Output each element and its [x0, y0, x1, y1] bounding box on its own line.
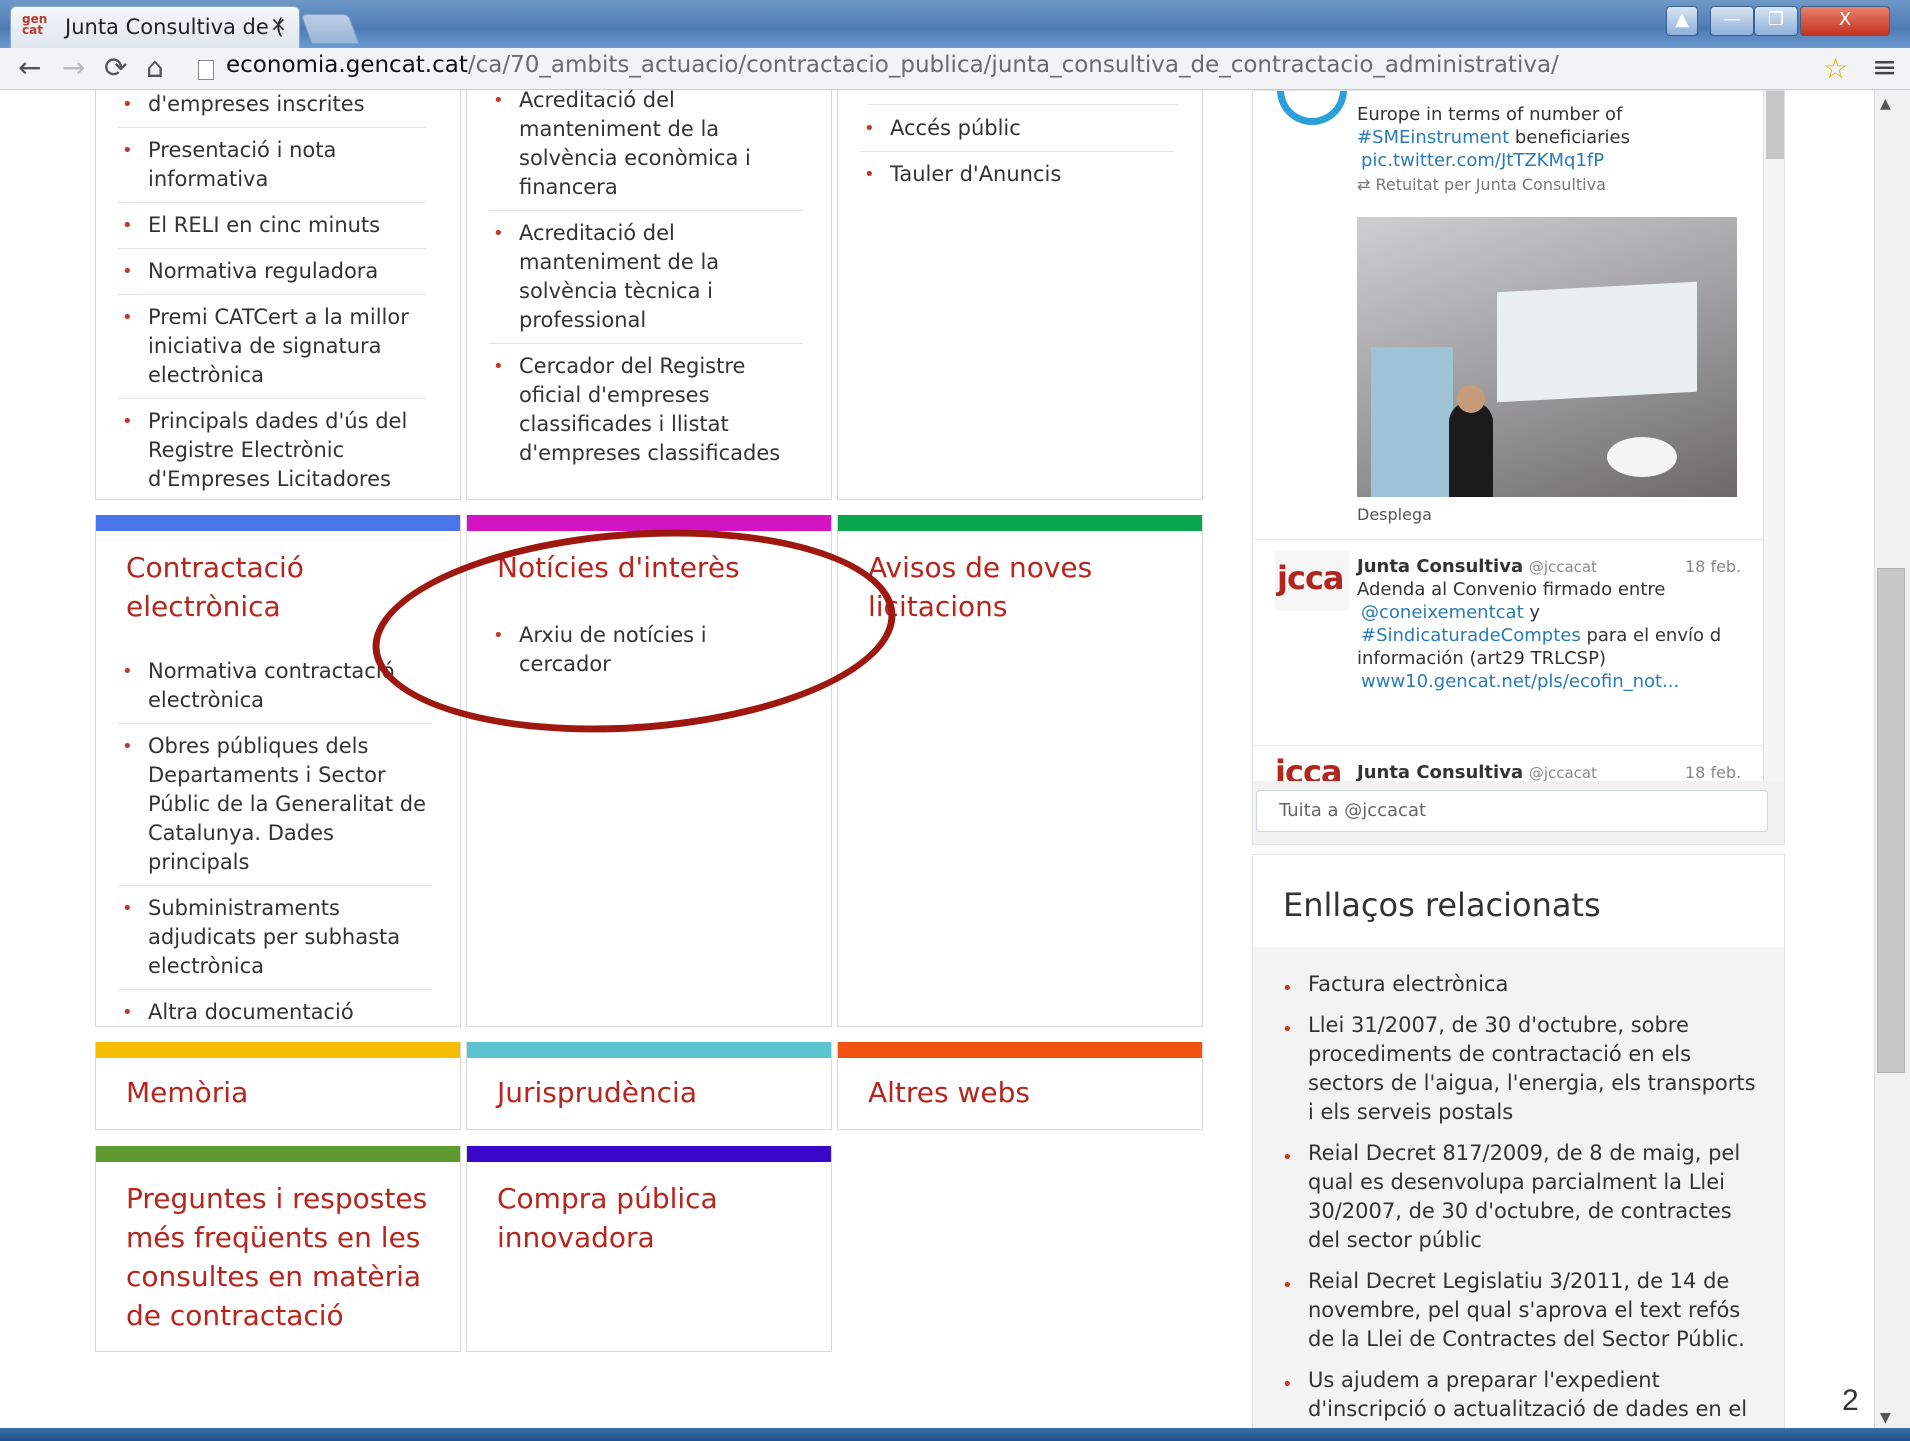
- list-item[interactable]: Altra documentació: [118, 990, 432, 1035]
- tweet-author[interactable]: Junta Consultiva: [1357, 556, 1523, 577]
- retweet-label: Retuitat per Junta Consultiva: [1375, 175, 1606, 194]
- window-close-button[interactable]: X: [1800, 6, 1890, 36]
- list-item[interactable]: Principals dades d'ús del Registre Elect…: [118, 399, 426, 502]
- twitter-timeline: Europe in terms of number of #SMEinstrum…: [1252, 90, 1785, 845]
- pic-link[interactable]: pic.twitter.com/JtTZKMq1fP: [1361, 149, 1604, 172]
- list-item[interactable]: Obres públiques dels Departaments i Sect…: [118, 724, 432, 886]
- section-title[interactable]: Compra pública innovadora: [497, 1179, 797, 1257]
- reload-icon[interactable]: ⟳: [104, 52, 127, 84]
- mention-link[interactable]: @coneixementcat: [1361, 602, 1524, 623]
- section-title[interactable]: Jurisprudència: [497, 1073, 697, 1112]
- section-title[interactable]: Memòria: [126, 1073, 248, 1112]
- tweet-handle[interactable]: @jccacat: [1529, 558, 1597, 576]
- scroll-down-icon[interactable]: ▼: [1880, 1410, 1891, 1426]
- list-item[interactable]: Us ajudem a preparar l'expedient d'inscr…: [1278, 1362, 1758, 1424]
- slide-page-number: 2: [1842, 1384, 1859, 1417]
- expand-link[interactable]: Desplega: [1357, 505, 1432, 524]
- list-item[interactable]: Acreditació del manteniment de la solvèn…: [489, 78, 803, 211]
- tweet-text: información (art29 TRLCSP): [1357, 648, 1606, 669]
- retweet-icon: ⇄: [1357, 175, 1376, 194]
- list-item[interactable]: Subministraments adjudicats per subhasta…: [118, 886, 432, 990]
- scroll-thumb[interactable]: [1766, 91, 1784, 159]
- menu-icon[interactable]: ≡: [1872, 50, 1897, 85]
- scroll-up-icon[interactable]: ▲: [1880, 96, 1891, 112]
- section-title[interactable]: Altres webs: [868, 1073, 1030, 1112]
- card-perfil: Accés públic Tauler d'Anuncis: [837, 90, 1203, 500]
- color-bar: [96, 1146, 460, 1162]
- color-bar: [467, 1146, 831, 1162]
- list-item[interactable]: Factura electrònica: [1278, 966, 1758, 1007]
- tweet-text: Europe in terms of number of: [1357, 104, 1623, 125]
- address-bar[interactable]: economia.gencat.cat/ca/70_ambits_actuaci…: [226, 52, 1559, 78]
- list-item[interactable]: Accés públic: [860, 106, 1174, 152]
- section-title[interactable]: Contractació electrònica: [126, 548, 426, 626]
- tweet-link[interactable]: www10.gencat.net/pls/ecofin_not...: [1361, 670, 1679, 693]
- list-item[interactable]: Reial Decret Legislatiu 3/2011, de 14 de…: [1278, 1263, 1758, 1362]
- jcca-avatar[interactable]: jcca: [1275, 551, 1349, 611]
- gencat-favicon-icon: gen cat: [22, 12, 48, 37]
- tweet-handle[interactable]: @jccacat: [1529, 764, 1597, 782]
- maximize-button[interactable]: ❐: [1754, 6, 1798, 36]
- hashtag-link[interactable]: #SindicaturadeComptes: [1361, 625, 1581, 646]
- url-host: economia.gencat.cat: [226, 52, 468, 78]
- related-links-title: Enllaços relacionats: [1283, 886, 1601, 924]
- tweet-author[interactable]: Junta Consultiva: [1357, 762, 1523, 783]
- minimize-button[interactable]: —: [1710, 6, 1754, 36]
- tab-close-icon[interactable]: ×: [270, 12, 287, 36]
- color-bar: [96, 1042, 460, 1058]
- back-arrow-icon[interactable]: ←: [18, 52, 41, 84]
- list-item[interactable]: Llei 31/2007, de 30 d'octubre, sobre pro…: [1278, 1007, 1758, 1135]
- color-bar: [96, 515, 460, 531]
- forward-arrow-icon[interactable]: →: [62, 52, 85, 84]
- tweet-input[interactable]: Tuita a @jccacat: [1256, 790, 1768, 832]
- tab-title: Junta Consultiva de (: [65, 15, 284, 39]
- list-item[interactable]: Reial Decret 817/2009, de 8 de maig, pel…: [1278, 1135, 1758, 1263]
- card-preguntes: Preguntes i respostes més freqüents en l…: [95, 1146, 461, 1352]
- list-item[interactable]: Acreditació del manteniment de la solvèn…: [489, 211, 803, 344]
- color-bar: [467, 515, 831, 531]
- card-jurisprudencia: Jurisprudència: [466, 1042, 832, 1130]
- card-compra-publica: Compra pública innovadora: [466, 1146, 832, 1352]
- card-registre: d'empreses inscrites Presentació i nota …: [95, 90, 461, 500]
- color-bar: [838, 1042, 1202, 1058]
- list-item[interactable]: Presentació i nota informativa: [118, 128, 426, 203]
- tweet-photo[interactable]: [1357, 217, 1737, 497]
- timeline-scrollbar[interactable]: [1763, 91, 1784, 781]
- color-bar: [838, 515, 1202, 531]
- section-title[interactable]: Avisos de noves licitacions: [868, 548, 1128, 626]
- avatar: [1277, 91, 1347, 125]
- window-extra-button[interactable]: ▲: [1666, 6, 1698, 36]
- list-item[interactable]: Premi CATCert a la millor iniciativa de …: [118, 295, 426, 399]
- list-item[interactable]: El RELI en cinc minuts: [118, 203, 426, 249]
- card-classificacio: Acreditació del manteniment de la solvèn…: [466, 86, 832, 500]
- bookmark-star-icon[interactable]: ☆: [1823, 52, 1848, 85]
- tweet-date[interactable]: 18 feb.: [1685, 557, 1741, 576]
- related-links-list: Factura electrònica Llei 31/2007, de 30 …: [1278, 966, 1758, 1424]
- card-avisos: Avisos de noves licitacions: [837, 515, 1203, 1027]
- section-title[interactable]: Preguntes i respostes més freqüents en l…: [126, 1179, 446, 1335]
- page-scroll-thumb[interactable]: [1877, 568, 1905, 1073]
- list-item[interactable]: d'empreses inscrites: [118, 82, 426, 128]
- card-altres-webs: Altres webs: [837, 1042, 1203, 1130]
- hashtag-link[interactable]: #SMEinstrument: [1357, 127, 1509, 148]
- browser-tab[interactable]: Junta Consultiva de (: [10, 6, 300, 48]
- browser-window: Junta Consultiva de ( gen cat × ▲ — ❐ X …: [0, 0, 1910, 1441]
- home-icon[interactable]: ⌂: [146, 52, 164, 84]
- tweet-date[interactable]: 18 feb.: [1685, 763, 1741, 782]
- page-icon: [198, 60, 214, 80]
- color-bar: [467, 1042, 831, 1058]
- list-item[interactable]: Tauler d'Anuncis: [860, 152, 1174, 197]
- card-contractacio-electronica: Contractació electrònica Normativa contr…: [95, 515, 461, 1027]
- card-memoria: Memòria: [95, 1042, 461, 1130]
- taskbar: [0, 1428, 1910, 1441]
- tweet-text: Adenda al Convenio firmado entre: [1357, 579, 1666, 600]
- url-path: /ca/70_ambits_actuacio/contractacio_publ…: [467, 52, 1559, 78]
- list-item[interactable]: Normativa reguladora: [118, 249, 426, 295]
- list-item[interactable]: Cercador del Registre oficial d'empreses…: [489, 344, 803, 476]
